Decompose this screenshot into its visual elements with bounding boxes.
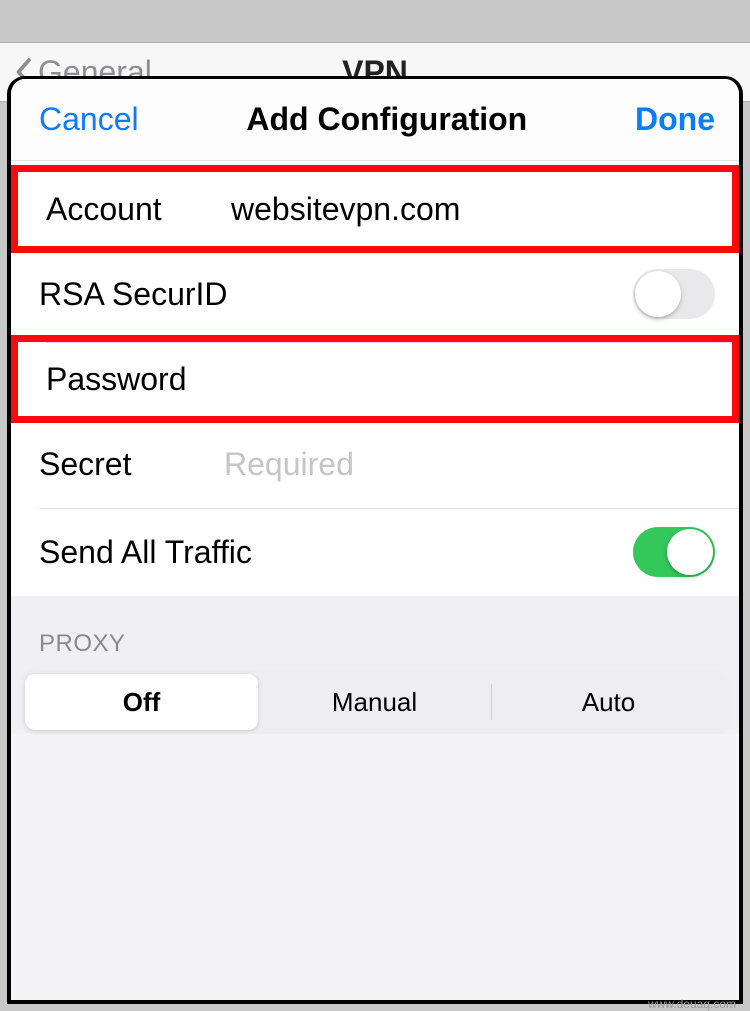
password-label: Password [46, 361, 231, 398]
send-all-traffic-row: Send All Traffic [11, 508, 739, 596]
send-all-traffic-toggle[interactable] [633, 527, 715, 577]
rsa-securid-label: RSA SecurID [39, 276, 228, 313]
proxy-section-header: PROXY [11, 596, 739, 670]
toggle-knob [635, 271, 681, 317]
cancel-button[interactable]: Cancel [39, 101, 139, 138]
modal-title: Add Configuration [246, 101, 527, 138]
proxy-segment-off[interactable]: Off [25, 674, 258, 730]
proxy-segmented-wrap: Off Manual Auto [11, 670, 739, 734]
account-row[interactable]: Account [11, 165, 739, 253]
secret-input[interactable] [224, 446, 715, 483]
vpn-fields-group: Account RSA SecurID Password Secret Send… [11, 161, 739, 596]
proxy-segment-auto[interactable]: Auto [492, 674, 725, 730]
done-button[interactable]: Done [635, 101, 715, 138]
secret-label: Secret [39, 446, 224, 483]
account-input[interactable] [231, 191, 708, 228]
proxy-segmented-control[interactable]: Off Manual Auto [21, 670, 729, 734]
modal-header: Cancel Add Configuration Done [11, 79, 739, 161]
watermark-text: www.deuaq.com [648, 997, 736, 1011]
proxy-segment-manual[interactable]: Manual [258, 674, 491, 730]
toggle-knob [667, 529, 713, 575]
password-row[interactable]: Password [11, 335, 739, 423]
add-configuration-modal: Cancel Add Configuration Done Account RS… [7, 76, 743, 1004]
account-label: Account [46, 191, 231, 228]
rsa-securid-row: RSA SecurID [11, 250, 739, 338]
secret-row[interactable]: Secret [11, 420, 739, 508]
send-all-traffic-label: Send All Traffic [39, 534, 252, 571]
rsa-securid-toggle[interactable] [633, 269, 715, 319]
modal-spacer [11, 734, 739, 1000]
password-input[interactable] [231, 361, 708, 398]
